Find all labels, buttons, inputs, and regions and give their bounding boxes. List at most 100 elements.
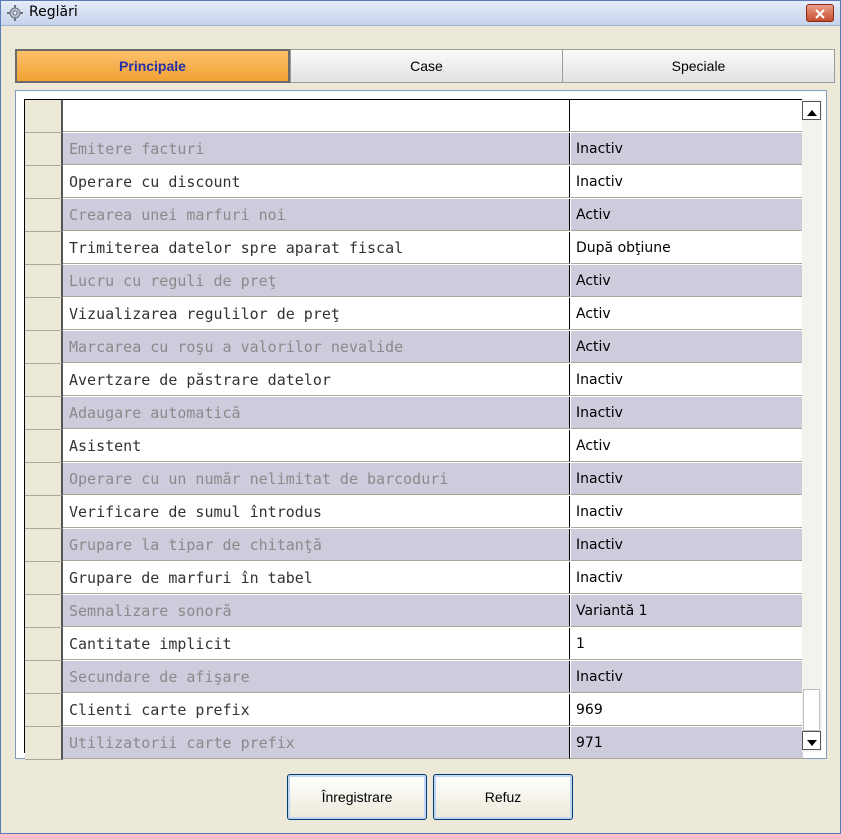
setting-value-cell[interactable]: Inactiv	[571, 661, 803, 693]
close-icon	[814, 4, 826, 23]
setting-value-cell[interactable]: Activ	[571, 331, 803, 363]
row-selector[interactable]	[25, 265, 63, 298]
tab-speciale[interactable]: Speciale	[562, 49, 835, 83]
scroll-up-button[interactable]	[802, 101, 821, 120]
column-header-value[interactable]	[571, 100, 803, 132]
setting-name-cell: Vizualizarea regulilor de preţ	[63, 298, 570, 330]
table-row[interactable]: Crearea unei marfuri noi Activ	[25, 199, 803, 232]
setting-name-cell: Emitere facturi	[63, 133, 570, 165]
row-selector[interactable]	[25, 694, 63, 727]
setting-name-cell: Trimiterea datelor spre aparat fiscal	[63, 232, 570, 264]
row-selector[interactable]	[25, 562, 63, 595]
row-selector[interactable]	[25, 595, 63, 628]
setting-value-cell[interactable]: Activ	[571, 265, 803, 297]
table-row[interactable]: Clienti carte prefix 969	[25, 694, 803, 727]
setting-name-cell: Secundare de afişare	[63, 661, 570, 693]
title-bar[interactable]: Reglări	[1, 1, 840, 26]
setting-name-cell: Avertzare de păstrare datelor	[63, 364, 570, 396]
row-selector[interactable]	[25, 364, 63, 397]
setting-value-cell[interactable]: 1	[571, 628, 803, 660]
setting-value-cell[interactable]: Activ	[571, 199, 803, 231]
setting-name-cell: Adaugare automatică	[63, 397, 570, 429]
scroll-down-button[interactable]	[802, 731, 821, 750]
row-selector[interactable]	[25, 232, 63, 265]
table-row[interactable]: Marcarea cu roşu a valorilor nevalide Act…	[25, 331, 803, 364]
table-row[interactable]: Grupare la tipar de chitanţă Inactiv	[25, 529, 803, 562]
table-row[interactable]: Cantitate implicit 1	[25, 628, 803, 661]
table-row[interactable]: Lucru cu reguli de preţ Activ	[25, 265, 803, 298]
setting-value-cell[interactable]: Inactiv	[571, 133, 803, 165]
settings-window: Reglări Principale Case Speciale Emitere…	[0, 0, 841, 834]
setting-value-cell[interactable]: 971	[571, 727, 803, 759]
row-selector[interactable]	[25, 100, 63, 133]
table-row[interactable]: Grupare de marfuri în tabel Inactiv	[25, 562, 803, 595]
table-row[interactable]: Operare cu un număr nelimitat de barcodu…	[25, 463, 803, 496]
window-title: Reglări	[29, 4, 78, 20]
setting-name-cell: Crearea unei marfuri noi	[63, 199, 570, 231]
tab-principale[interactable]: Principale	[15, 49, 290, 83]
setting-value-cell[interactable]: 969	[571, 694, 803, 726]
table-row[interactable]: Semnalizare sonoră Variantă 1	[25, 595, 803, 628]
row-selector[interactable]	[25, 133, 63, 166]
row-selector[interactable]	[25, 463, 63, 496]
settings-grid-frame: Emitere facturi Inactiv Operare cu discoun…	[15, 90, 827, 760]
setting-name-cell: Operare cu discount	[63, 166, 570, 198]
row-selector[interactable]	[25, 166, 63, 199]
row-selector[interactable]	[25, 298, 63, 331]
setting-value-cell[interactable]: Inactiv	[571, 397, 803, 429]
setting-name-cell: Operare cu un număr nelimitat de barcodu…	[63, 463, 570, 495]
table-row[interactable]: Adaugare automatică Inactiv	[25, 397, 803, 430]
arrow-down-icon	[806, 731, 817, 750]
setting-name-cell: Grupare de marfuri în tabel	[63, 562, 570, 594]
setting-name-cell: Utilizatorii carte prefix	[63, 727, 570, 759]
table-row[interactable]: Vizualizarea regulilor de preţ Activ	[25, 298, 803, 331]
setting-value-cell[interactable]: Activ	[571, 298, 803, 330]
setting-value-cell[interactable]: Variantă 1	[571, 595, 803, 627]
settings-grid: Emitere facturi Inactiv Operare cu discoun…	[24, 99, 803, 760]
vertical-scrollbar[interactable]	[802, 99, 822, 752]
row-selector[interactable]	[25, 628, 63, 661]
setting-value-cell[interactable]: Inactiv	[571, 364, 803, 396]
setting-name-cell: Verificare de sumul întrodus	[63, 496, 570, 528]
arrow-up-icon	[806, 101, 817, 120]
table-row[interactable]: Asistent Activ	[25, 430, 803, 463]
row-selector[interactable]	[25, 430, 63, 463]
row-selector[interactable]	[25, 727, 63, 760]
row-selector[interactable]	[25, 199, 63, 232]
setting-value-cell[interactable]: Inactiv	[571, 496, 803, 528]
table-row[interactable]: Secundare de afişare Inactiv	[25, 661, 803, 694]
row-selector[interactable]	[25, 661, 63, 694]
row-selector[interactable]	[25, 496, 63, 529]
setting-value-cell[interactable]: Inactiv	[571, 166, 803, 198]
setting-name-cell: Lucru cu reguli de preţ	[63, 265, 570, 297]
table-row[interactable]: Avertzare de păstrare datelor Inactiv	[25, 364, 803, 397]
gear-icon	[7, 5, 23, 21]
setting-value-cell[interactable]: Inactiv	[571, 463, 803, 495]
close-button[interactable]	[806, 4, 834, 22]
table-row[interactable]: Trimiterea datelor spre aparat fiscal Dup…	[25, 232, 803, 265]
row-selector[interactable]	[25, 529, 63, 562]
column-header-name[interactable]	[63, 100, 570, 132]
scroll-thumb[interactable]	[803, 689, 820, 731]
setting-value-cell[interactable]: După obţiune	[571, 232, 803, 264]
setting-name-cell: Clienti carte prefix	[63, 694, 570, 726]
setting-name-cell: Cantitate implicit	[63, 628, 570, 660]
setting-name-cell: Semnalizare sonoră	[63, 595, 570, 627]
table-row[interactable]: Emitere facturi Inactiv	[25, 133, 803, 166]
setting-value-cell[interactable]: Activ	[571, 430, 803, 462]
table-row[interactable]: Utilizatorii carte prefix 971	[25, 727, 803, 760]
cancel-button[interactable]: Refuz	[433, 774, 573, 820]
setting-name-cell: Asistent	[63, 430, 570, 462]
table-row[interactable]: Operare cu discount Inactiv	[25, 166, 803, 199]
setting-name-cell: Marcarea cu roşu a valorilor nevalide	[63, 331, 570, 363]
table-row[interactable]: Verificare de sumul întrodus Inactiv	[25, 496, 803, 529]
tab-bar: Principale Case Speciale	[15, 49, 835, 83]
row-selector[interactable]	[25, 397, 63, 430]
setting-value-cell[interactable]: Inactiv	[571, 529, 803, 561]
save-button[interactable]: Înregistrare	[287, 774, 427, 820]
row-selector[interactable]	[25, 331, 63, 364]
grid-header-row	[25, 100, 803, 133]
setting-value-cell[interactable]: Inactiv	[571, 562, 803, 594]
setting-name-cell: Grupare la tipar de chitanţă	[63, 529, 570, 561]
tab-case[interactable]: Case	[290, 49, 562, 83]
